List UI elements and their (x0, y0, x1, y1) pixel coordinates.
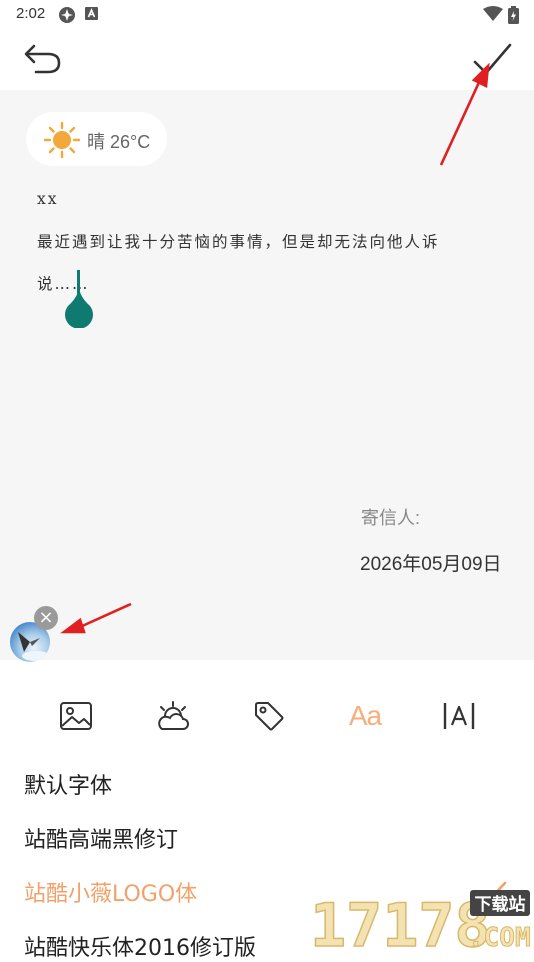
tag-icon (255, 702, 284, 731)
letter-editor[interactable]: 晴 26°C xx 最近遇到让我十分苦恼的事情，但是却无法向他人诉 说…… 寄信… (0, 90, 534, 662)
text-size-icon (443, 703, 475, 729)
font-style-button[interactable]: Aa (341, 686, 389, 746)
weather-text: 晴 26°C (87, 132, 151, 152)
watermark-17178-icon: 17178 下载站 .COM (309, 890, 531, 962)
cursor-handle-icon[interactable] (64, 286, 94, 328)
weather-button[interactable] (149, 686, 197, 746)
app-notification-icon (85, 7, 98, 20)
editor-toolbar: Aa (0, 686, 534, 746)
letter-body-line-1[interactable]: 最近遇到让我十分苦恼的事情，但是却无法向他人诉 (37, 230, 440, 252)
font-option-zcool-kuaile[interactable]: 站酷快乐体2016修订版 (24, 930, 256, 962)
status-bar: 2:02 (0, 0, 534, 28)
font-option-zcool-xiaowei-logo[interactable]: 站酷小薇LOGO体 (24, 876, 197, 908)
insert-image-button[interactable] (52, 686, 100, 746)
watermark-domain: .COM (468, 923, 531, 950)
watermark-logo: 17178 下载站 .COM (308, 884, 534, 962)
weather-icon (158, 701, 189, 730)
letter-greeting[interactable]: xx (37, 190, 58, 208)
back-icon[interactable] (22, 40, 64, 78)
text-size-button[interactable] (435, 686, 483, 746)
sender-label[interactable]: 寄信人: (361, 504, 420, 530)
image-icon (60, 702, 92, 730)
top-app-bar (0, 28, 534, 90)
sun-icon (44, 122, 80, 158)
battery-icon (508, 6, 519, 24)
font-style-icon: Aa (348, 700, 382, 731)
font-option-zcool-gaoduanhei[interactable]: 站酷高端黑修订 (24, 822, 178, 854)
status-time: 2:02 (16, 5, 46, 22)
sync-icon (59, 7, 75, 23)
watermark-tag: 下载站 (475, 894, 526, 915)
remove-attachment-icon[interactable]: × (34, 606, 58, 630)
weather-badge[interactable]: 晴 26°C (26, 112, 167, 166)
font-option-default[interactable]: 默认字体 (24, 768, 112, 800)
wifi-icon (483, 6, 503, 21)
watermark-number: 17178 (310, 891, 491, 950)
confirm-check-icon[interactable] (470, 40, 514, 78)
letter-date[interactable]: 2026年05月09日 (360, 549, 502, 576)
tag-button[interactable] (245, 686, 293, 746)
